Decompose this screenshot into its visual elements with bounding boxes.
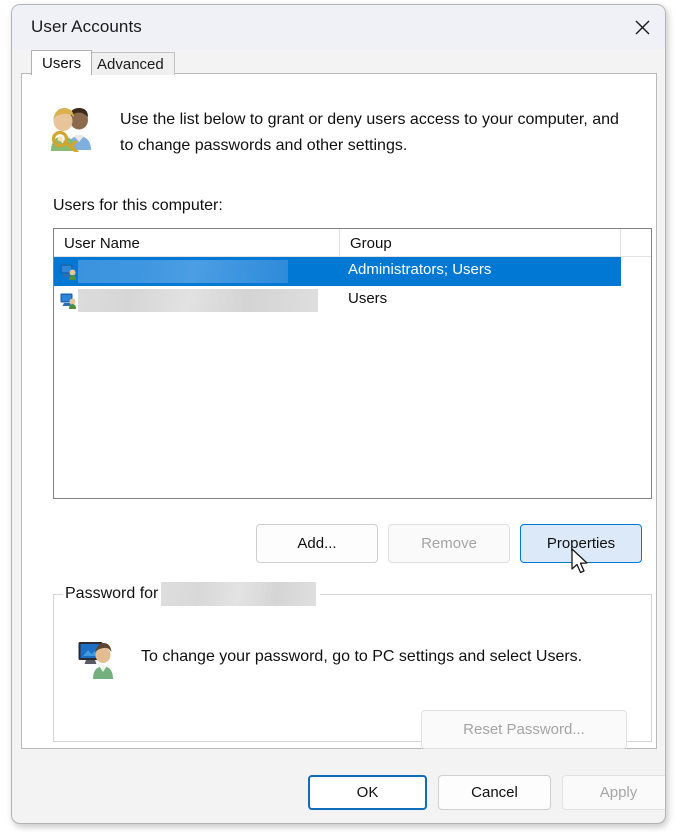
users-tab-panel: Use the list below to grant or deny user… [21,73,657,749]
cancel-button-label: Cancel [471,784,518,801]
ok-button[interactable]: OK [308,775,427,810]
row-group-value: Users [348,290,388,307]
tab-advanced-label: Advanced [97,55,164,73]
add-button-label: Add... [297,535,337,552]
window-title: User Accounts [31,17,142,36]
column-header-extra[interactable] [621,229,651,257]
password-instruction-text: To change your password, go to PC settin… [141,648,583,665]
table-row[interactable]: Administrators; Users [54,257,651,286]
users-key-icon [46,104,98,154]
users-list-label: Users for this computer: [53,197,223,214]
password-user-name-redaction [161,582,317,606]
row-group-value: Administrators; Users [348,261,492,278]
table-row[interactable]: Users [54,286,651,315]
cancel-button[interactable]: Cancel [438,775,551,810]
apply-button[interactable]: Apply [562,775,665,810]
title-bar: User Accounts [12,5,665,49]
add-button[interactable]: Add... [256,524,378,563]
column-header-group[interactable]: Group [340,229,621,257]
user-name-redaction [78,289,318,312]
user-computer-icon [60,292,78,309]
list-header: User Name Group [54,229,651,257]
reset-password-button-label: Reset Password... [463,721,585,738]
tab-users[interactable]: Users [31,50,93,75]
password-group-legend: Password for [63,582,321,606]
users-list-view[interactable]: User Name Group Administrators; Users Us… [53,228,652,499]
ok-button-label: OK [356,784,379,801]
remove-button-label: Remove [421,535,477,552]
properties-button[interactable]: Properties [520,524,642,563]
properties-button-label: Properties [546,535,616,552]
tab-users-label: Users [42,54,82,72]
tab-strip: Users Advanced [21,49,657,75]
user-name-redaction [78,260,288,283]
remove-button[interactable]: Remove [388,524,510,563]
close-icon[interactable] [619,5,665,49]
password-group-legend-label: Password for [65,585,159,602]
close-glyph [635,20,649,34]
user-computer-icon [60,263,78,280]
reset-password-button[interactable]: Reset Password... [421,710,627,749]
apply-button-label: Apply [599,784,638,801]
column-header-user-name[interactable]: User Name [54,229,340,257]
tab-advanced[interactable]: Advanced [86,52,175,75]
user-account-icon [77,638,119,680]
user-accounts-dialog: User Accounts Users Advanced Use the lis… [11,4,666,824]
intro-description: Use the list below to grant or deny user… [120,111,619,154]
